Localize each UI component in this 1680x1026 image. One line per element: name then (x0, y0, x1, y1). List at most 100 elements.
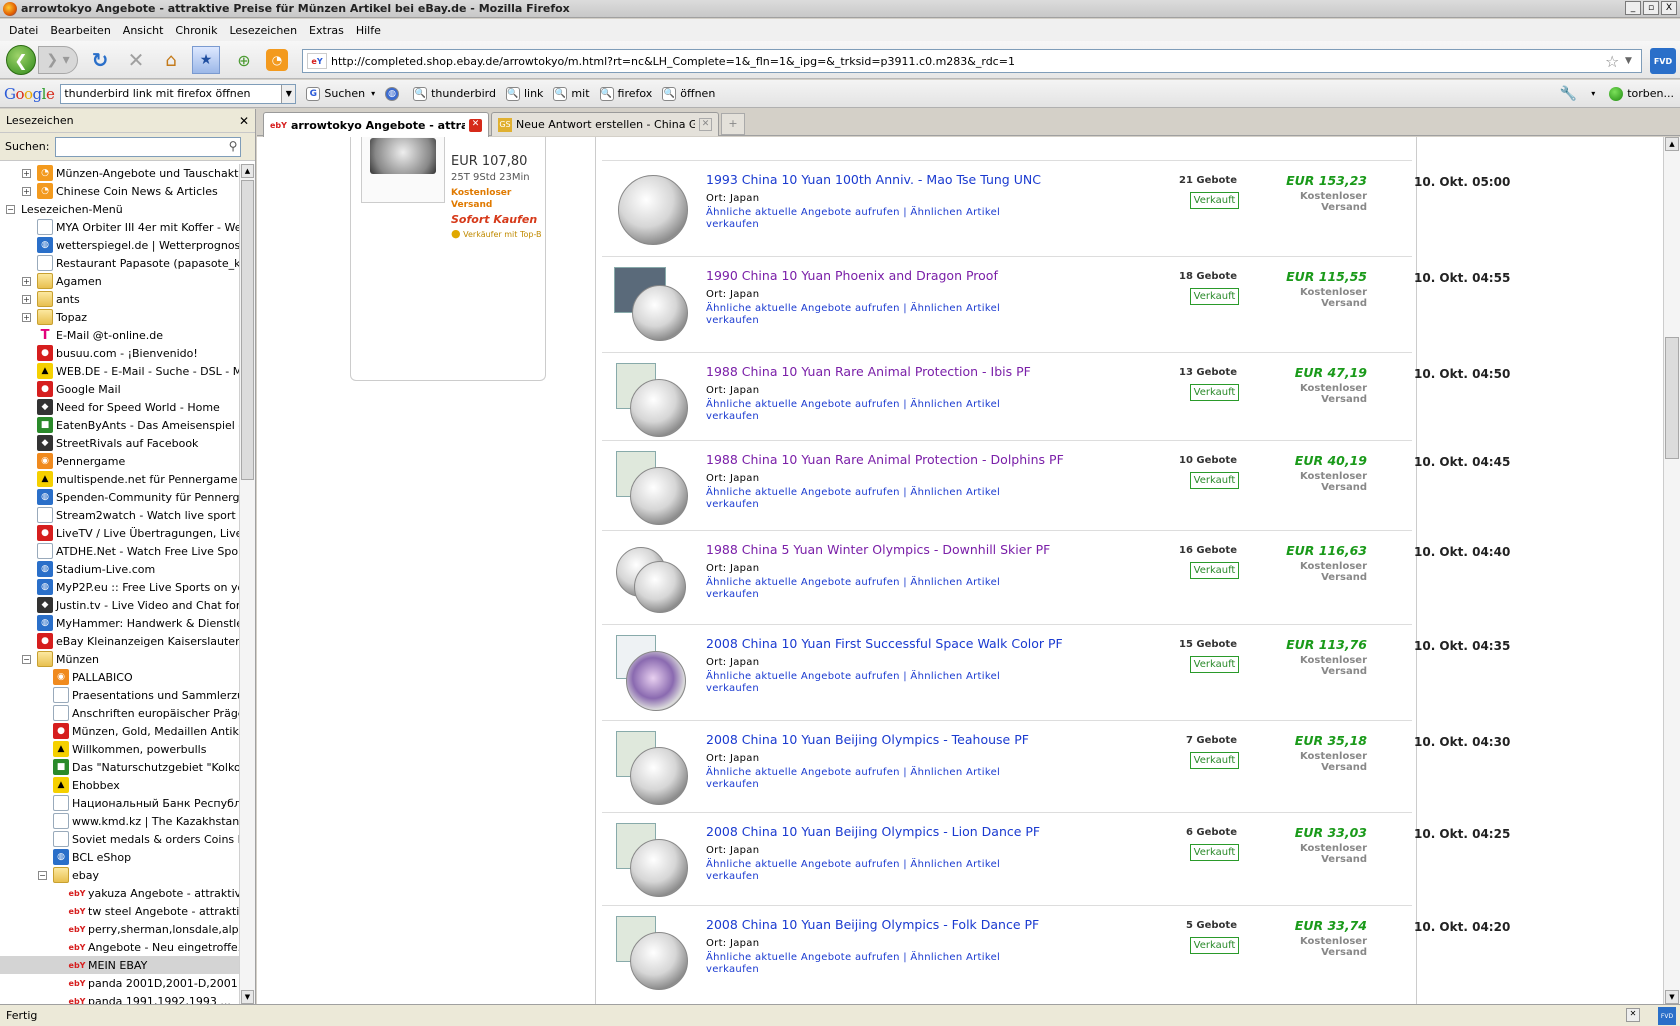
bookmark-item[interactable]: Restaurant Papasote (papasote_kl) (0, 254, 240, 272)
bookmark-item[interactable]: ebY Angebote - Neu eingetroffe... (0, 938, 240, 956)
listing-thumbnail[interactable] (614, 363, 688, 437)
google-account-button[interactable]: torben... (1609, 86, 1674, 101)
google-term-firefox[interactable]: 🔍 firefox (599, 86, 652, 101)
bookmark-item[interactable]: ◍Spenden-Community für Pennergam... (0, 488, 240, 506)
home-button[interactable]: ⌂ (158, 46, 184, 74)
site-identity-icon[interactable]: eY (307, 53, 327, 69)
bookmark-item[interactable]: ▲WEB.DE - E-Mail - Suche - DSL - Mod... (0, 362, 240, 380)
menu-ansicht[interactable]: Ansicht (117, 24, 170, 37)
sidebar-close-icon[interactable]: ✕ (239, 114, 249, 128)
bookmark-item[interactable]: − Münzen (0, 650, 240, 668)
listing-related-links[interactable]: Ähnliche aktuelle Angebote aufrufen | Äh… (706, 487, 1026, 511)
bookmark-item[interactable]: ●eBay Kleinanzeigen Kaiserslautern: ... (0, 632, 240, 650)
bookmark-page-star-icon[interactable]: ☆ (1605, 52, 1625, 71)
sidebar-search-box[interactable]: ⚲ (55, 136, 242, 157)
bookmark-item[interactable]: ◆Justin.tv - Live Video and Chat for E..… (0, 596, 240, 614)
bookmark-item[interactable]: ebY tw steel Angebote - attrakti... (0, 902, 240, 920)
rss-button[interactable]: ◔ (266, 49, 288, 71)
stop-button[interactable]: ✕ (124, 46, 148, 74)
search-icon[interactable]: ⚲ (229, 139, 238, 153)
sidebar-scroll-thumb[interactable] (241, 180, 254, 480)
bookmark-item[interactable]: ◆ Need for Speed World - Home (0, 398, 240, 416)
google-globe-button[interactable]: ◍ (385, 86, 403, 101)
close-window-button[interactable]: X (1661, 1, 1677, 15)
bookmark-item[interactable]: ATDHE.Net - Watch Free Live Sport... (0, 542, 240, 560)
minimize-button[interactable]: _ (1625, 1, 1641, 15)
listing-related-links[interactable]: Ähnliche aktuelle Angebote aufrufen | Äh… (706, 767, 1026, 791)
bookmark-item[interactable]: ● Google Mail (0, 380, 240, 398)
listing-thumbnail[interactable] (614, 451, 688, 525)
url-bar[interactable]: eY ☆ ▼ (302, 49, 1642, 73)
google-search-dropdown-icon[interactable]: ▼ (281, 84, 296, 103)
search-dropdown-icon[interactable]: ▾ (371, 89, 375, 98)
sidebar-search-input[interactable] (56, 137, 217, 156)
bookmark-item[interactable]: Soviet medals & orders Coins Ho... (0, 830, 240, 848)
menu-datei[interactable]: Datei (3, 24, 44, 37)
bookmark-item[interactable]: + Agamen (0, 272, 240, 290)
listing-thumbnail[interactable] (614, 731, 688, 805)
bookmark-item[interactable]: ◍MyHammer: Handwerk & Dienstleist... (0, 614, 240, 632)
listing-thumbnail[interactable] (614, 267, 688, 341)
bookmark-item[interactable]: T E-Mail @t-online.de (0, 326, 240, 344)
listing-thumbnail[interactable] (614, 171, 688, 245)
listing-related-links[interactable]: Ähnliche aktuelle Angebote aufrufen | Äh… (706, 671, 1026, 695)
bookmark-item[interactable]: ebY MEIN EBAY (0, 956, 240, 974)
bookmark-item[interactable]: MYA Orbiter III 4er mit Koffer - Wei... (0, 218, 240, 236)
wrench-settings-icon[interactable]: 🔧 (1560, 86, 1577, 102)
google-term-oeffnen[interactable]: 🔍 öffnen (662, 86, 715, 101)
forward-button[interactable]: ❯ ▾ (38, 46, 78, 74)
google-logo[interactable]: Google (4, 85, 55, 103)
listing-related-links[interactable]: Ähnliche aktuelle Angebote aufrufen | Äh… (706, 207, 1026, 231)
bookmark-item[interactable]: ●LiveTV / Live Übertragungen, Live S... (0, 524, 240, 542)
listing-title-link[interactable]: 2008 China 10 Yuan Beijing Olympics - Fo… (706, 917, 1039, 932)
sidebar-scrollbar[interactable]: ▲ ▼ (239, 164, 255, 1004)
bookmark-item[interactable]: ebY yakuza Angebote - attraktiv... (0, 884, 240, 902)
status-panel-icon[interactable]: ✕ (1626, 1008, 1640, 1022)
listing-title-link[interactable]: 1988 China 10 Yuan Rare Animal Protectio… (706, 364, 1031, 379)
bookmark-item[interactable]: ebY perry,sherman,lonsdale,alph... (0, 920, 240, 938)
bookmark-item[interactable]: ◍ BCL eShop (0, 848, 240, 866)
page-scrollbar[interactable]: ▲ ▼ (1663, 137, 1680, 1004)
new-tab-button[interactable]: + (721, 113, 745, 135)
scroll-up-arrow-icon[interactable]: ▲ (241, 164, 254, 178)
listing-title-link[interactable]: 1988 China 10 Yuan Rare Animal Protectio… (706, 452, 1064, 467)
expand-icon[interactable]: + (22, 276, 31, 286)
bookmark-item[interactable]: Национальный Банк Республи... (0, 794, 240, 812)
google-search-box[interactable]: ▼ (60, 83, 297, 104)
listing-title-link[interactable]: 2008 China 10 Yuan First Successful Spac… (706, 636, 1063, 651)
maximize-button[interactable]: ▫ (1643, 1, 1659, 15)
collapse-icon[interactable]: − (22, 654, 31, 664)
listing-title-link[interactable]: 1990 China 10 Yuan Phoenix and Dragon Pr… (706, 268, 998, 283)
bookmark-item[interactable]: Praesentations und Sammlerzub... (0, 686, 240, 704)
bookmark-item[interactable]: Anschriften europäischer Präges... (0, 704, 240, 722)
tab-close-icon[interactable]: ✕ (699, 118, 712, 131)
bookmark-item[interactable]: ▲ Willkommen, powerbulls (0, 740, 240, 758)
expand-icon[interactable]: + (22, 186, 31, 196)
new-tab-toolbar-button[interactable]: ⊕ (232, 46, 256, 74)
google-search-input[interactable] (61, 87, 282, 100)
bookmark-item[interactable]: ◍ MyP2P.eu :: Free Live Sports on yo... (0, 578, 240, 596)
bookmark-item[interactable]: ebY panda 2001D,2001-D,2001 ... (0, 974, 240, 992)
bookmark-item[interactable]: ▲multispende.net für Pennergame Do... (0, 470, 240, 488)
bookmark-item[interactable]: ●Münzen, Gold, Medaillen Antike, ... (0, 722, 240, 740)
listing-thumbnail[interactable] (614, 823, 688, 897)
bookmark-item[interactable]: www.kmd.kz | The Kazakhstan ... (0, 812, 240, 830)
bookmark-item[interactable]: ebY panda 1991,1992,1993 ... (0, 992, 240, 1005)
listing-related-links[interactable]: Ähnliche aktuelle Angebote aufrufen | Äh… (706, 952, 1026, 976)
bookmark-item[interactable]: Stream2watch - Watch live sport onl... (0, 506, 240, 524)
bookmark-item[interactable]: + Topaz (0, 308, 240, 326)
menu-lesezeichen[interactable]: Lesezeichen (223, 24, 303, 37)
bookmark-item[interactable]: ◉ Pennergame (0, 452, 240, 470)
google-term-thunderbird[interactable]: 🔍 thunderbird (413, 86, 496, 101)
listing-title-link[interactable]: 2008 China 10 Yuan Beijing Olympics - Li… (706, 824, 1040, 839)
listing-title-link[interactable]: 1993 China 10 Yuan 100th Anniv. - Mao Ts… (706, 172, 1041, 187)
bookmark-item[interactable]: ◉ PALLABICO (0, 668, 240, 686)
menu-extras[interactable]: Extras (303, 24, 350, 37)
bookmarks-sidebar-button[interactable]: ★ (192, 46, 220, 74)
tab-close-icon[interactable]: ✕ (469, 118, 482, 132)
bookmark-item[interactable]: ■EatenByAnts - Das Ameisenspiel - D... (0, 416, 240, 434)
fvd-status-icon[interactable]: FVD (1658, 1007, 1676, 1025)
scroll-down-arrow-icon[interactable]: ▼ (241, 990, 254, 1004)
expand-icon[interactable]: + (22, 168, 31, 178)
google-search-button[interactable]: G Suchen ▾ (306, 86, 375, 101)
